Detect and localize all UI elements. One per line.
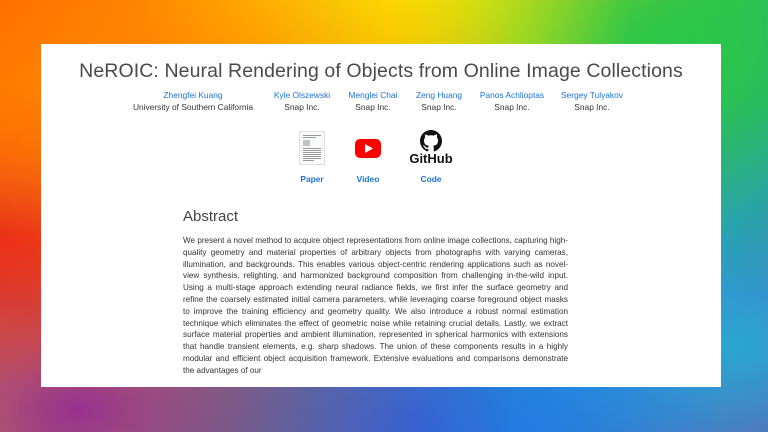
author-item: Zeng Huang Snap Inc. [407, 89, 471, 113]
abstract-text: We present a novel method to acquire obj… [183, 236, 568, 375]
author-affiliation: Snap Inc. [494, 102, 530, 112]
abstract-heading: Abstract [183, 208, 239, 225]
author-item: Kyle Olszewski Snap Inc. [263, 89, 341, 113]
author-name-link[interactable]: Sergey Tulyakov [553, 89, 631, 101]
video-link[interactable]: Video [338, 130, 398, 184]
author-affiliation: Snap Inc. [421, 102, 457, 112]
author-name-link[interactable]: Zhengfei Kuang [123, 89, 263, 101]
author-name-link[interactable]: Panos Achlioptas [471, 89, 553, 101]
abstract-section: Abstract We present a novel method to ac… [183, 208, 568, 377]
github-icon[interactable] [420, 130, 442, 152]
code-link[interactable]: GitHub Code [401, 130, 461, 184]
code-link-label[interactable]: Code [401, 174, 461, 184]
author-name-link[interactable]: Zeng Huang [407, 89, 471, 101]
paper-link-label[interactable]: Paper [282, 174, 342, 184]
author-affiliation: University of Southern California [132, 102, 254, 112]
author-item: Menglei Chai Snap Inc. [339, 89, 407, 113]
author-list: Zhengfei Kuang University of Southern Ca… [41, 89, 721, 119]
author-item: Panos Achlioptas Snap Inc. [471, 89, 553, 113]
author-item: Zhengfei Kuang University of Southern Ca… [123, 89, 263, 113]
author-affiliation: Snap Inc. [355, 102, 391, 112]
paper-thumbnail-icon[interactable] [299, 131, 325, 165]
resource-links: Paper Video GitHub Code [41, 130, 721, 186]
author-affiliation: Snap Inc. [284, 102, 320, 112]
author-name-link[interactable]: Menglei Chai [339, 89, 407, 101]
author-item: Sergey Tulyakov Snap Inc. [553, 89, 631, 113]
github-wordmark: GitHub [409, 151, 453, 166]
paper-link[interactable]: Paper [282, 130, 342, 184]
author-affiliation: Snap Inc. [574, 102, 610, 112]
youtube-icon[interactable] [355, 138, 381, 158]
video-link-label[interactable]: Video [338, 174, 398, 184]
project-page: NeROIC: Neural Rendering of Objects from… [41, 44, 721, 387]
author-name-link[interactable]: Kyle Olszewski [263, 89, 341, 101]
page-title: NeROIC: Neural Rendering of Objects from… [79, 60, 683, 82]
